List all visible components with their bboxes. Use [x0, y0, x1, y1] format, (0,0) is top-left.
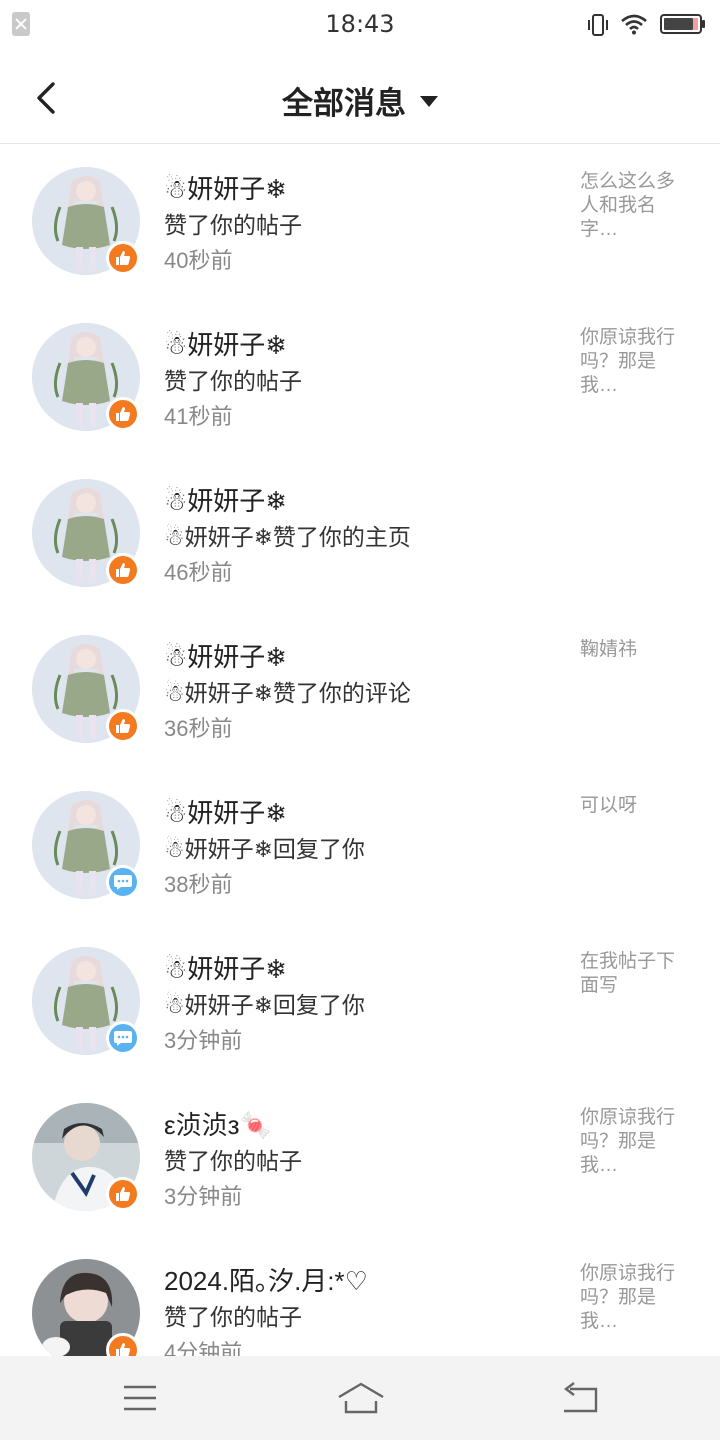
battery-icon: [660, 14, 705, 34]
message-row[interactable]: ☃妍妍子❄ ☃妍妍子❄赞了你的评论 36秒前 鞠婧祎: [0, 612, 720, 768]
post-preview[interactable]: 可以呀: [580, 794, 690, 818]
thumbs-up-icon: [116, 563, 131, 577]
wifi-icon: [621, 14, 647, 35]
caret-down-icon: [420, 96, 438, 107]
back-icon: [564, 1382, 598, 1413]
home-button[interactable]: [336, 1376, 386, 1420]
sender-name[interactable]: ☃妍妍子❄: [164, 481, 287, 518]
message-time: 3分钟前: [164, 1184, 243, 1209]
title-dropdown[interactable]: 全部消息: [0, 78, 720, 123]
message-row[interactable]: ε浈浈з🍬 赞了你的帖子 3分钟前 你原谅我行吗？那是我…: [0, 1080, 720, 1236]
reply-badge: [106, 865, 140, 899]
sender-name[interactable]: ε浈浈з🍬: [164, 1105, 272, 1142]
post-preview[interactable]: 鞠婧祎: [580, 638, 690, 662]
status-bar: 18:43: [0, 0, 720, 52]
like-badge: [106, 709, 140, 743]
sender-name[interactable]: ☃妍妍子❄: [164, 949, 287, 986]
home-icon: [338, 1382, 384, 1414]
message-row[interactable]: ☃妍妍子❄ ☃妍妍子❄赞了你的主页 46秒前: [0, 456, 720, 612]
message-row[interactable]: ☃妍妍子❄ 赞了你的帖子 40秒前 怎么这么多人和我名字…: [0, 144, 720, 300]
post-preview[interactable]: 你原谅我行吗？那是我…: [580, 1262, 690, 1334]
reply-badge: [106, 1021, 140, 1055]
message-action: 赞了你的帖子: [164, 368, 302, 394]
message-row[interactable]: ☃妍妍子❄ ☃妍妍子❄回复了你 38秒前 可以呀: [0, 768, 720, 924]
post-preview[interactable]: 在我帖子下面写: [580, 950, 690, 998]
header: 全部消息: [0, 52, 720, 144]
post-preview[interactable]: 你原谅我行吗？那是我…: [580, 1106, 690, 1178]
comment-icon: [114, 1031, 132, 1046]
message-action: ☃妍妍子❄回复了你: [164, 836, 365, 862]
like-badge: [106, 553, 140, 587]
bottom-navigation: [0, 1356, 720, 1440]
sender-name[interactable]: 2024.陌｡汐.月:*♡: [164, 1261, 368, 1298]
post-preview[interactable]: 怎么这么多人和我名字…: [580, 170, 690, 242]
message-time: 46秒前: [164, 560, 233, 585]
message-time: 38秒前: [164, 872, 233, 897]
message-time: 40秒前: [164, 248, 233, 273]
back-nav-button[interactable]: [558, 1376, 602, 1420]
status-time: 18:43: [325, 10, 395, 38]
thumbs-up-icon: [116, 719, 131, 733]
sender-name[interactable]: ☃妍妍子❄: [164, 169, 287, 206]
message-action: 赞了你的帖子: [164, 212, 302, 238]
message-time: 36秒前: [164, 716, 233, 741]
menu-icon: [124, 1385, 156, 1411]
message-list: ☃妍妍子❄ 赞了你的帖子 40秒前 怎么这么多人和我名字… ☃妍妍子❄ 赞了你的帖子 41秒…: [0, 144, 720, 1392]
sender-name[interactable]: ☃妍妍子❄: [164, 793, 287, 830]
message-action: ☃妍妍子❄赞了你的评论: [164, 680, 411, 706]
thumbs-up-icon: [116, 407, 131, 421]
comment-icon: [114, 875, 132, 890]
sender-name[interactable]: ☃妍妍子❄: [164, 637, 287, 674]
like-badge: [106, 241, 140, 275]
message-time: 3分钟前: [164, 1028, 243, 1053]
message-action: 赞了你的帖子: [164, 1304, 302, 1330]
message-action: 赞了你的帖子: [164, 1148, 302, 1174]
post-preview[interactable]: 你原谅我行吗？那是我…: [580, 326, 690, 398]
message-row[interactable]: ☃妍妍子❄ ☃妍妍子❄回复了你 3分钟前 在我帖子下面写: [0, 924, 720, 1080]
menu-button[interactable]: [118, 1376, 162, 1420]
like-badge: [106, 397, 140, 431]
vibrate-icon: [588, 14, 608, 36]
message-time: 41秒前: [164, 404, 233, 429]
message-row[interactable]: ☃妍妍子❄ 赞了你的帖子 41秒前 你原谅我行吗？那是我…: [0, 300, 720, 456]
thumbs-up-icon: [116, 251, 131, 265]
message-action: ☃妍妍子❄回复了你: [164, 992, 365, 1018]
sender-name[interactable]: ☃妍妍子❄: [164, 325, 287, 362]
thumbs-up-icon: [116, 1187, 131, 1201]
page-title: 全部消息: [282, 86, 406, 121]
message-action: ☃妍妍子❄赞了你的主页: [164, 524, 411, 550]
like-badge: [106, 1177, 140, 1211]
